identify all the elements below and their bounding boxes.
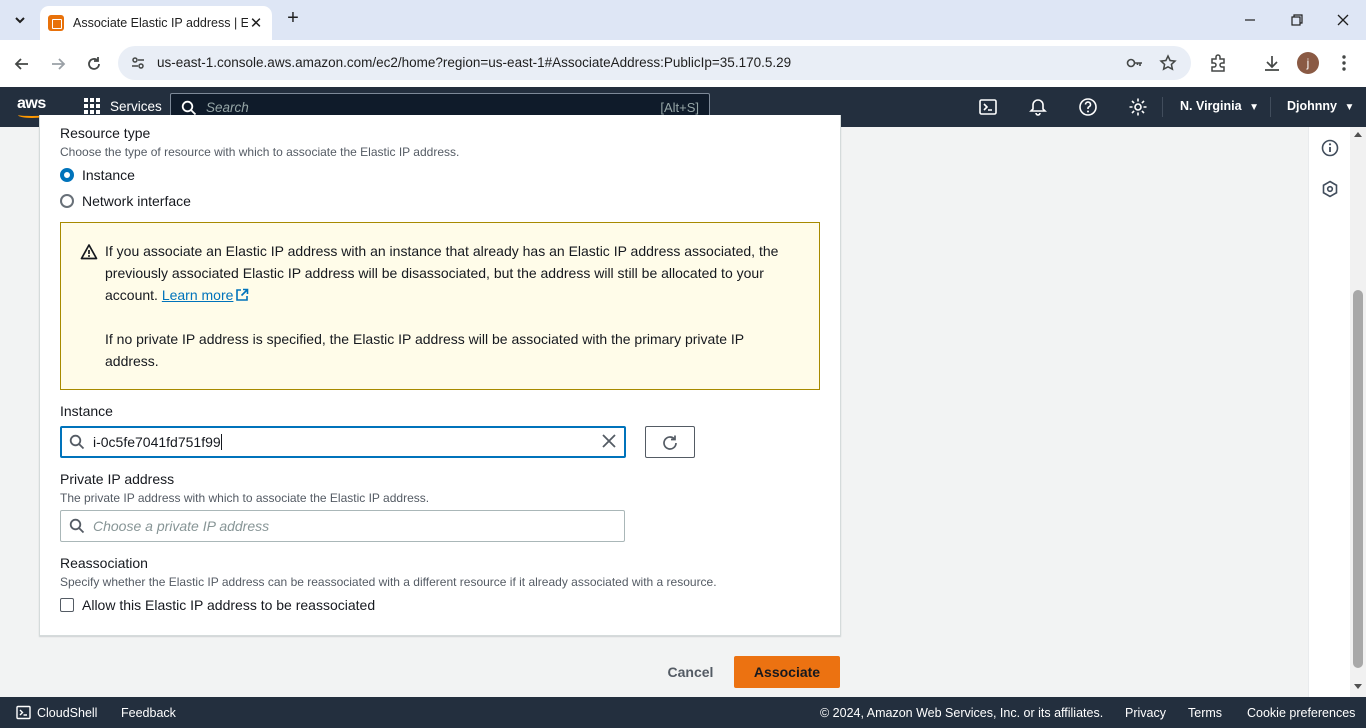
forward-icon[interactable] [46, 52, 70, 76]
reassociation-description: Specify whether the Elastic IP address c… [60, 575, 717, 589]
page-scrollbar[interactable] [1350, 127, 1366, 697]
resource-type-label: Resource type [60, 125, 151, 141]
radio-network-interface-label[interactable]: Network interface [82, 193, 191, 209]
radio-instance[interactable] [60, 168, 74, 182]
text-caret [220, 434, 222, 450]
privacy-link[interactable]: Privacy [1125, 706, 1166, 720]
address-bar[interactable]: us-east-1.console.aws.amazon.com/ec2/hom… [118, 46, 1191, 80]
clear-input-icon[interactable] [601, 433, 617, 449]
account-menu[interactable]: Djohnny ▼ [1287, 99, 1354, 113]
url-text: us-east-1.console.aws.amazon.com/ec2/hom… [157, 55, 792, 70]
cloudshell-icon[interactable] [978, 97, 998, 117]
cookie-preferences-link[interactable]: Cookie preferences [1247, 706, 1355, 720]
reassociate-checkbox-label[interactable]: Allow this Elastic IP address to be reas… [82, 597, 375, 613]
restore-icon[interactable] [1285, 8, 1309, 32]
profile-avatar[interactable]: j [1297, 52, 1319, 74]
refresh-instances-button[interactable] [645, 426, 695, 458]
reload-icon[interactable] [82, 52, 106, 76]
new-tab-icon[interactable]: + [282, 8, 304, 30]
nav-divider [1270, 97, 1271, 117]
notifications-bell-icon[interactable] [1028, 97, 1048, 117]
downloads-icon[interactable] [1262, 53, 1282, 73]
bookmark-star-icon[interactable] [1159, 54, 1177, 72]
region-label: N. Virginia [1180, 99, 1242, 113]
tutorials-hexagon-icon[interactable] [1321, 180, 1339, 198]
browser-tab-active[interactable]: Associate Elastic IP address | EC ✕ [40, 6, 272, 40]
cancel-button[interactable]: Cancel [655, 657, 726, 688]
tab-title: Associate Elastic IP address | EC [73, 16, 248, 30]
info-panel-icon[interactable] [1321, 139, 1339, 157]
browser-tab-bar: Associate Elastic IP address | EC ✕ + [0, 0, 1366, 40]
back-icon[interactable] [10, 52, 34, 76]
instance-input-value: i-0c5fe7041fd751f99 [93, 434, 222, 450]
cloudshell-footer-icon[interactable] [16, 705, 31, 720]
settings-gear-icon[interactable] [1128, 97, 1148, 117]
alert-paragraph-2: If no private IP address is specified, t… [105, 331, 744, 369]
refresh-icon [663, 435, 677, 450]
radio-network-interface[interactable] [60, 194, 74, 208]
warning-alert: If you associate an Elastic IP address w… [60, 222, 820, 390]
extensions-icon[interactable] [1208, 53, 1228, 73]
radio-instance-label[interactable]: Instance [82, 167, 135, 183]
close-window-icon[interactable] [1331, 8, 1355, 32]
private-ip-description: The private IP address with which to ass… [60, 491, 430, 505]
services-grid-icon [84, 98, 100, 114]
instance-search-input[interactable]: i-0c5fe7041fd751f99 [60, 426, 626, 458]
browser-toolbar: us-east-1.console.aws.amazon.com/ec2/hom… [0, 40, 1366, 87]
instance-label: Instance [60, 403, 113, 419]
external-link-icon[interactable] [235, 288, 249, 302]
warning-triangle-icon [80, 244, 98, 260]
password-key-icon[interactable] [1126, 54, 1144, 72]
private-ip-select[interactable]: Choose a private IP address [60, 510, 625, 542]
search-shortcut: [Alt+S] [660, 100, 699, 115]
services-label: Services [110, 98, 162, 114]
learn-more-link[interactable]: Learn more [162, 287, 234, 303]
scrollbar-thumb[interactable] [1353, 290, 1363, 668]
services-menu-button[interactable]: Services [84, 98, 162, 114]
aws-logo[interactable]: aws [17, 95, 46, 113]
search-icon [69, 434, 85, 450]
associate-button[interactable]: Associate [734, 656, 840, 688]
nav-divider [1162, 97, 1163, 117]
reassociate-checkbox[interactable] [60, 598, 74, 612]
account-caret-icon: ▼ [1344, 102, 1355, 113]
feedback-link[interactable]: Feedback [121, 706, 176, 720]
region-selector[interactable]: N. Virginia ▼ [1180, 99, 1259, 113]
search-icon [69, 518, 85, 534]
instance-id-text: i-0c5fe7041fd751f99 [93, 434, 221, 450]
console-footer: CloudShell Feedback © 2024, Amazon Web S… [0, 697, 1366, 728]
tab-search-icon[interactable] [8, 8, 32, 32]
alert-paragraph-1: If you associate an Elastic IP address w… [105, 240, 795, 306]
search-placeholder: Search [206, 100, 249, 115]
region-caret-icon: ▼ [1249, 102, 1259, 113]
cloudshell-link[interactable]: CloudShell [37, 706, 97, 720]
resource-type-description: Choose the type of resource with which t… [60, 145, 460, 159]
help-icon[interactable] [1078, 97, 1098, 117]
aws-favicon-icon [48, 15, 64, 31]
minimize-icon[interactable] [1238, 8, 1262, 32]
reassociation-label: Reassociation [60, 555, 148, 571]
site-info-icon[interactable] [130, 55, 146, 71]
tab-close-icon[interactable]: ✕ [248, 14, 264, 32]
terms-link[interactable]: Terms [1188, 706, 1222, 720]
copyright-text: © 2024, Amazon Web Services, Inc. or its… [820, 706, 1104, 720]
account-name: Djohnny [1287, 99, 1337, 113]
browser-menu-icon[interactable] [1336, 53, 1352, 73]
private-ip-placeholder: Choose a private IP address [93, 518, 270, 534]
scroll-down-arrow-icon[interactable] [1354, 684, 1362, 689]
utility-side-rail [1308, 127, 1350, 697]
search-icon [181, 100, 197, 116]
private-ip-label: Private IP address [60, 471, 175, 487]
scroll-up-arrow-icon[interactable] [1354, 132, 1362, 137]
